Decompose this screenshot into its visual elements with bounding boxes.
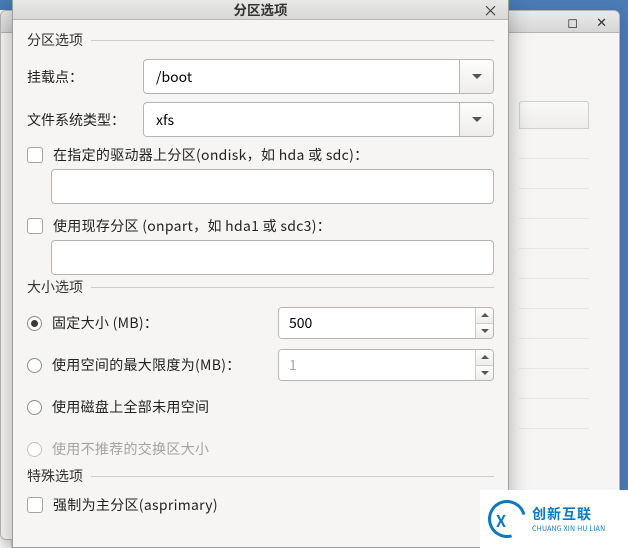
max-size-up[interactable]: [476, 350, 493, 366]
max-size-radio[interactable]: [27, 358, 42, 373]
onpart-input[interactable]: [51, 240, 494, 275]
mount-combo[interactable]: [143, 59, 494, 94]
ondisk-input[interactable]: [51, 169, 494, 204]
watermark-text: 创新互联 CHUANG XIN HU LIAN: [532, 504, 605, 534]
swap-label: 使用不推荐的交换区大小: [52, 439, 209, 459]
onpart-input-wrap: [51, 240, 494, 275]
swap-row: 使用不推荐的交换区大小: [27, 432, 494, 466]
bg-table-row: [519, 129, 589, 159]
fixed-size-input[interactable]: [279, 308, 475, 338]
chevron-down-icon: [481, 329, 489, 333]
onpart-label: 使用现存分区 (onpart，如 hda1 或 sdc3)：: [53, 216, 331, 236]
onpart-row: 使用现存分区 (onpart，如 hda1 或 sdc3)：: [27, 216, 494, 236]
max-size-label: 使用空间的最大限度为(MB)：: [52, 355, 241, 375]
watermark: X 创新互联 CHUANG XIN HU LIAN: [480, 490, 628, 548]
bg-table-row: [519, 159, 589, 189]
chevron-up-icon: [481, 355, 489, 359]
bg-table-row: [519, 369, 589, 399]
asprimary-label: 强制为主分区(asprimary): [53, 495, 218, 515]
chevron-up-icon: [481, 313, 489, 317]
watermark-logo: X: [488, 500, 526, 538]
bg-table-header: [519, 101, 589, 129]
special-options-legend: 特殊选项: [27, 466, 91, 486]
bg-table-row: [519, 339, 589, 369]
size-options-section: 大小选项 固定大小 (MB)： 使用空间的最大限度为(MB)：: [27, 287, 494, 466]
fixed-size-up[interactable]: [476, 308, 493, 324]
fixed-size-label: 固定大小 (MB)：: [52, 313, 158, 333]
fixed-size-spin-buttons: [475, 308, 493, 338]
bg-table-row: [519, 399, 589, 429]
fstype-row: 文件系统类型：: [27, 102, 494, 137]
ondisk-input-wrap: [51, 169, 494, 204]
ondisk-checkbox[interactable]: [27, 147, 43, 163]
partition-options-legend: 分区选项: [27, 30, 91, 50]
swap-radio: [27, 442, 42, 457]
fixed-size-down[interactable]: [476, 324, 493, 339]
fill-row: 使用磁盘上全部未用空间: [27, 390, 494, 424]
mount-dropdown-button[interactable]: [459, 60, 493, 93]
chevron-down-icon: [472, 117, 482, 122]
fixed-size-radio[interactable]: [27, 316, 42, 331]
dialog-content: 分区选项 挂载点： 文件系统类型：: [13, 20, 508, 547]
max-size-spin-buttons: [475, 350, 493, 380]
bg-close-icon[interactable]: ✕: [596, 12, 607, 31]
fstype-combo[interactable]: [143, 102, 494, 137]
chevron-down-icon: [472, 74, 482, 79]
watermark-en: CHUANG XIN HU LIAN: [532, 524, 605, 534]
fstype-dropdown-button[interactable]: [459, 103, 493, 136]
fill-radio[interactable]: [27, 400, 42, 415]
bg-table-row: [519, 189, 589, 219]
fill-label: 使用磁盘上全部未用空间: [52, 397, 209, 417]
bg-table: [519, 101, 589, 429]
dialog-titlebar: 分区选项 ×: [13, 0, 508, 20]
fstype-label: 文件系统类型：: [27, 110, 143, 130]
chevron-down-icon: [481, 371, 489, 375]
partition-options-dialog: 分区选项 × 分区选项 挂载点： 文件系统类型：: [12, 0, 509, 548]
mount-label: 挂载点：: [27, 67, 143, 87]
mount-input[interactable]: [144, 60, 459, 93]
max-size-spinbox[interactable]: [278, 349, 494, 381]
size-options-legend: 大小选项: [27, 277, 91, 297]
watermark-cn: 创新互联: [532, 504, 605, 524]
asprimary-checkbox[interactable]: [27, 497, 43, 513]
bg-maximize-icon[interactable]: ◻: [567, 12, 578, 31]
asprimary-row: 强制为主分区(asprimary): [27, 495, 494, 515]
bg-table-row: [519, 279, 589, 309]
ondisk-label: 在指定的驱动器上分区(ondisk，如 hda 或 sdc)：: [53, 145, 368, 165]
max-size-row: 使用空间的最大限度为(MB)：: [27, 348, 494, 382]
dialog-close-button[interactable]: ×: [479, 0, 502, 21]
onpart-checkbox[interactable]: [27, 218, 43, 234]
ondisk-row: 在指定的驱动器上分区(ondisk，如 hda 或 sdc)：: [27, 145, 494, 165]
bg-table-row: [519, 309, 589, 339]
mount-row: 挂载点：: [27, 59, 494, 94]
max-size-input[interactable]: [279, 350, 475, 380]
bg-table-row: [519, 249, 589, 279]
special-options-section: 特殊选项 强制为主分区(asprimary): [27, 476, 494, 515]
dialog-title: 分区选项: [234, 0, 288, 19]
fixed-size-row: 固定大小 (MB)：: [27, 306, 494, 340]
max-size-down[interactable]: [476, 366, 493, 381]
fstype-input[interactable]: [144, 103, 459, 136]
partition-options-section: 分区选项 挂载点： 文件系统类型：: [27, 40, 494, 275]
bg-table-row: [519, 219, 589, 249]
fixed-size-spinbox[interactable]: [278, 307, 494, 339]
